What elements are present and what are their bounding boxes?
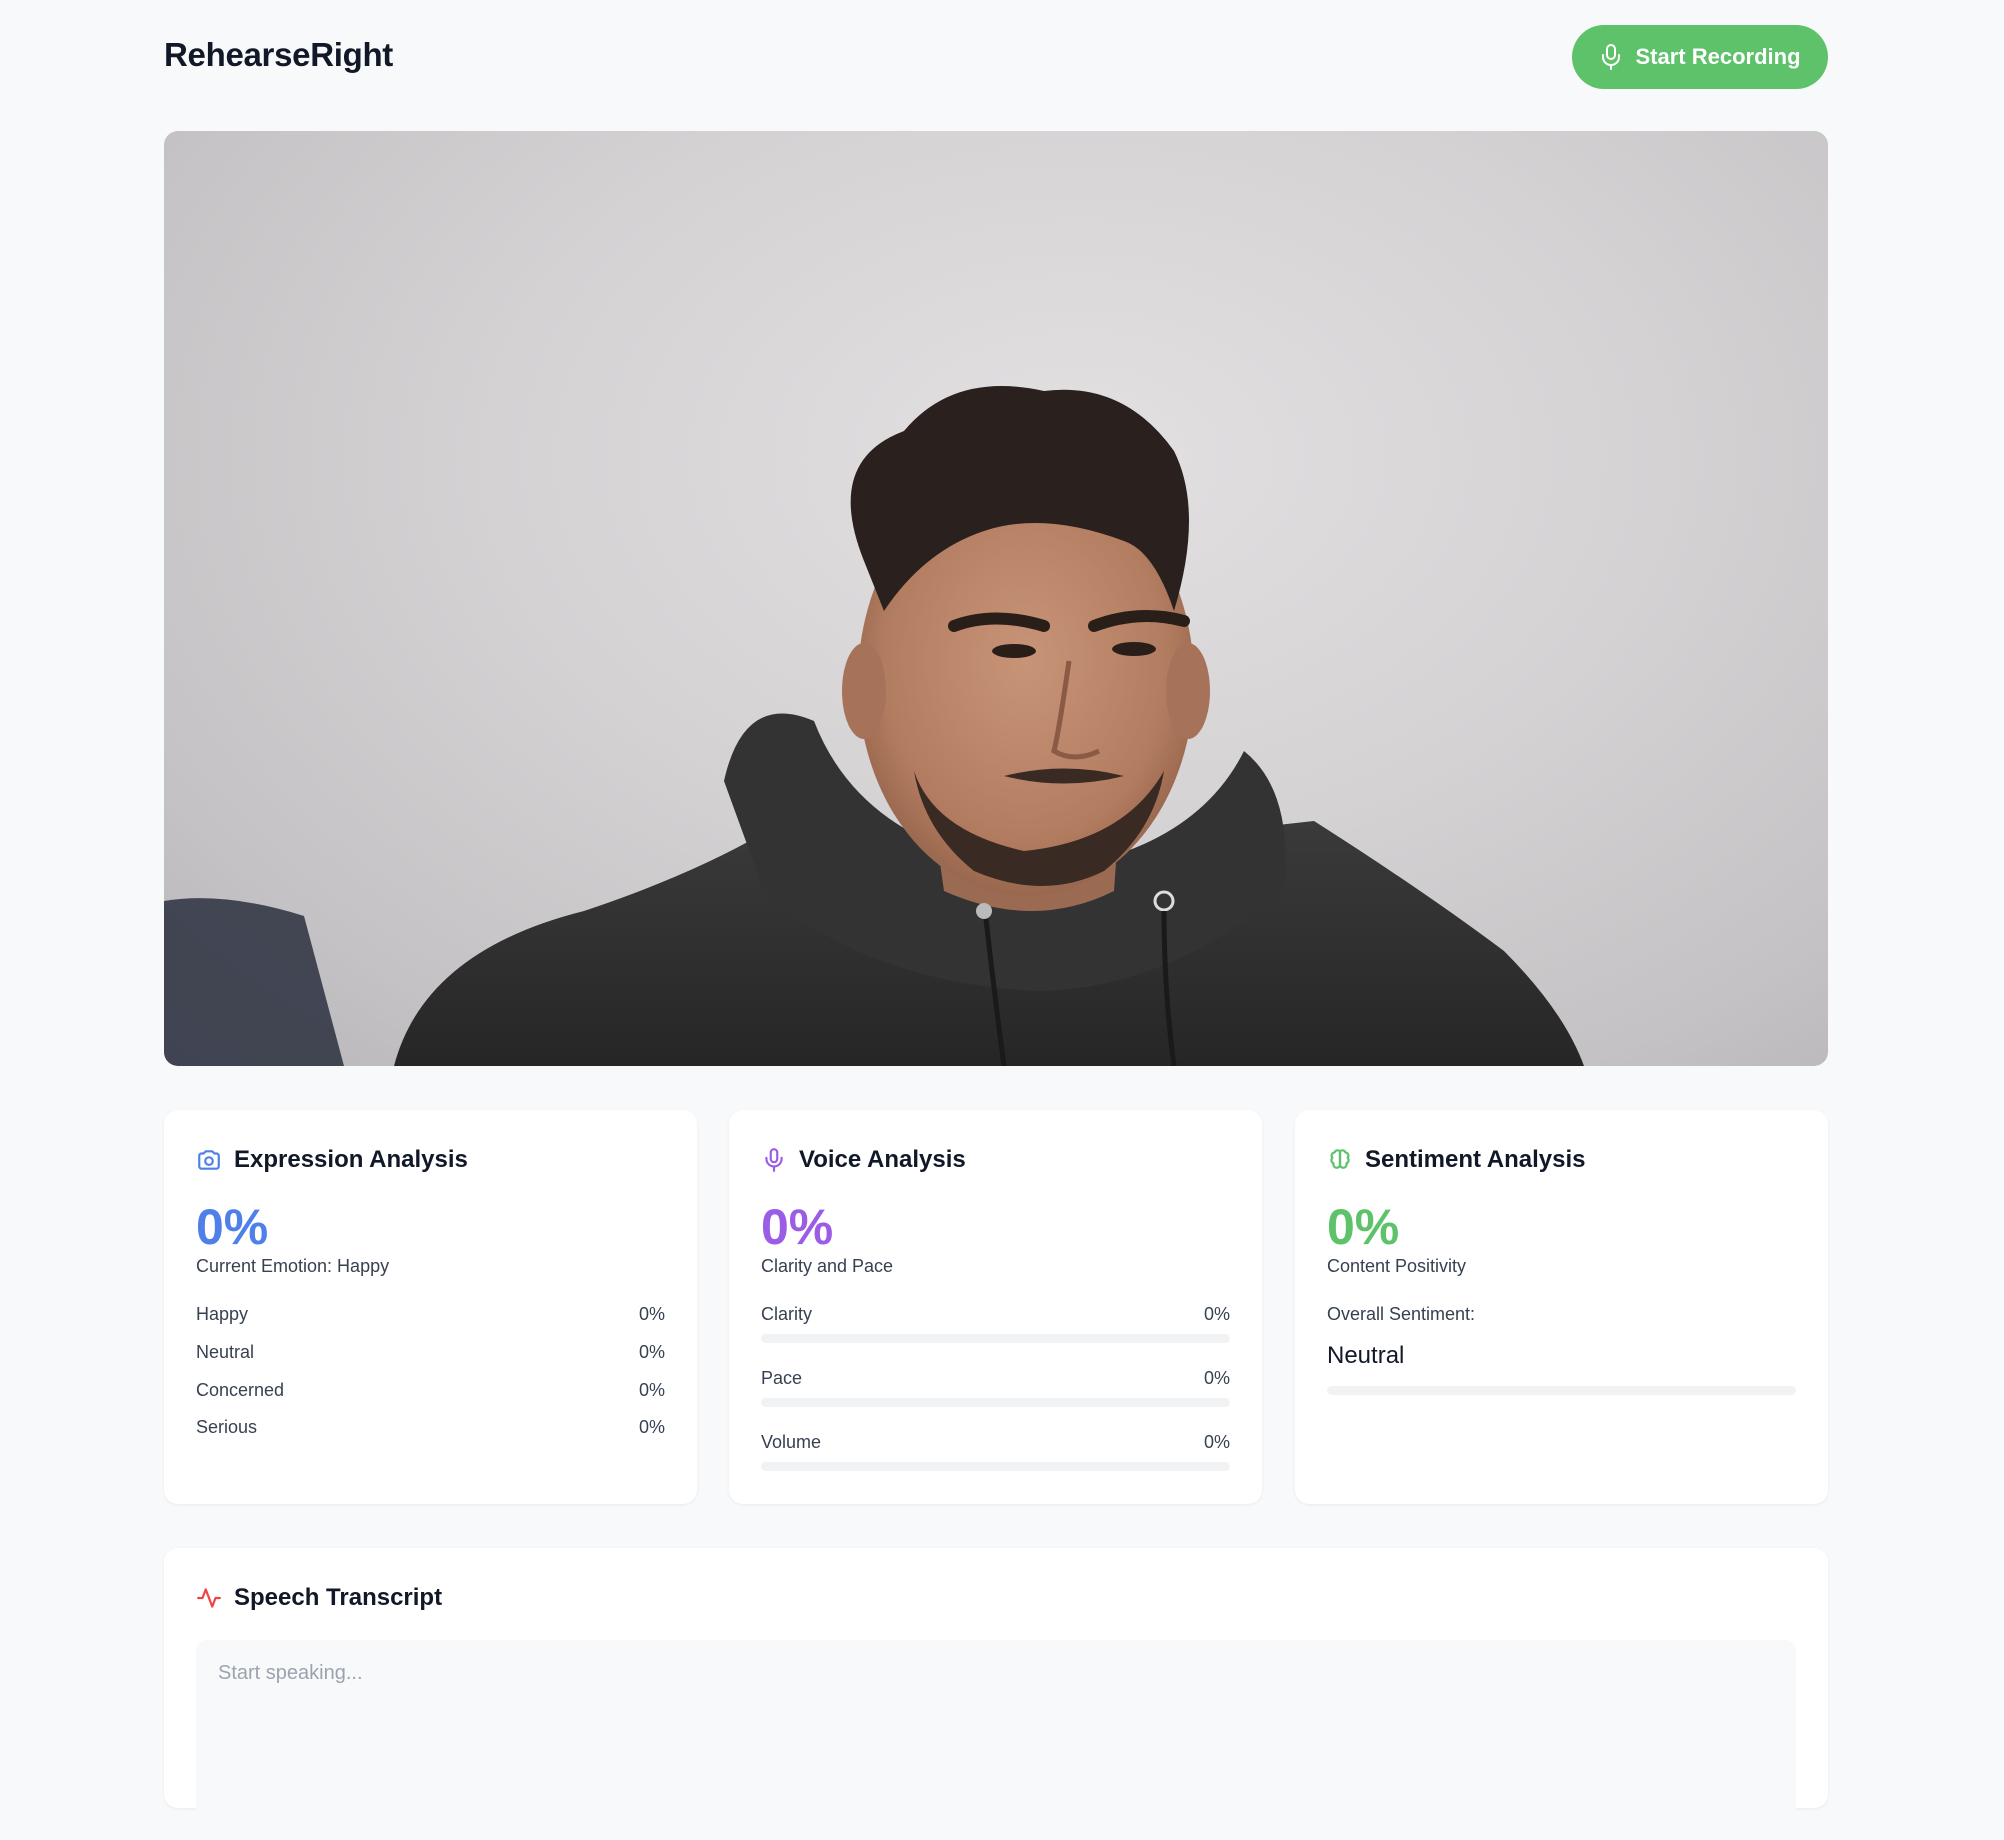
pace-progress-bar — [761, 1398, 1230, 1407]
emotion-label: Neutral — [196, 1342, 255, 1362]
start-recording-button[interactable]: Start Recording — [1572, 25, 1828, 89]
expression-card-title: Expression Analysis — [196, 1146, 468, 1174]
voice-card-title: Voice Analysis — [761, 1146, 966, 1174]
expression-score: 0% — [196, 1199, 269, 1255]
sentiment-progress-bar — [1327, 1386, 1796, 1395]
start-recording-label: Start Recording — [1635, 44, 1801, 69]
sentiment-score: 0% — [1327, 1199, 1400, 1255]
emotion-value: 0% — [638, 1304, 665, 1324]
metric-label: Pace — [761, 1368, 803, 1388]
emotion-label: Serious — [196, 1417, 258, 1437]
metric-value: 0% — [1203, 1432, 1230, 1452]
voice-metric-volume: Volume 0% — [761, 1432, 1230, 1453]
overall-sentiment-value: Neutral — [1327, 1342, 1405, 1369]
webcam-video-feed — [164, 131, 1828, 1066]
voice-analysis-card: Voice Analysis 0% Clarity and Pace Clari… — [729, 1110, 1262, 1504]
camera-icon — [198, 1150, 220, 1170]
transcript-card-title: Speech Transcript — [196, 1584, 442, 1612]
emotion-value: 0% — [638, 1342, 665, 1362]
metric-value: 0% — [1203, 1368, 1230, 1388]
emotion-label: Concerned — [196, 1380, 285, 1400]
sentiment-card-title: Sentiment Analysis — [1327, 1146, 1586, 1174]
metric-label: Clarity — [761, 1304, 813, 1324]
emotion-row-neutral: Neutral 0% — [196, 1342, 665, 1363]
webcam-person-image — [164, 386, 1584, 1066]
microphone-icon — [1602, 44, 1621, 70]
emotion-row-happy: Happy 0% — [196, 1304, 665, 1325]
emotion-label: Happy — [196, 1304, 249, 1324]
overall-sentiment-label: Overall Sentiment: — [1327, 1304, 1476, 1324]
sentiment-caption: Content Positivity — [1327, 1256, 1467, 1276]
emotion-row-serious: Serious 0% — [196, 1417, 665, 1438]
voice-caption: Clarity and Pace — [761, 1256, 894, 1276]
speech-transcript-card: Speech Transcript — [164, 1548, 1828, 1840]
voice-metric-clarity: Clarity 0% — [761, 1304, 1230, 1325]
current-emotion-text: Current Emotion: Happy — [196, 1256, 390, 1276]
volume-progress-bar — [761, 1462, 1230, 1471]
microphone-icon — [765, 1148, 783, 1172]
emotion-row-concerned: Concerned 0% — [196, 1380, 665, 1401]
activity-icon — [197, 1588, 221, 1608]
expression-analysis-card: Expression Analysis 0% Current Emotion: … — [164, 1110, 697, 1504]
expression-title-text: Expression Analysis — [234, 1146, 468, 1173]
emotion-value: 0% — [638, 1417, 665, 1437]
metric-label: Volume — [761, 1432, 822, 1452]
sentiment-analysis-card: Sentiment Analysis 0% Content Positivity… — [1295, 1110, 1828, 1504]
voice-metric-pace: Pace 0% — [761, 1368, 1230, 1389]
transcript-textarea[interactable] — [196, 1640, 1796, 1840]
sentiment-title-text: Sentiment Analysis — [1365, 1146, 1586, 1173]
transcript-title-text: Speech Transcript — [234, 1584, 443, 1611]
voice-title-text: Voice Analysis — [799, 1146, 966, 1173]
emotion-value: 0% — [638, 1380, 665, 1400]
voice-score: 0% — [761, 1199, 834, 1255]
brain-icon — [1330, 1149, 1350, 1169]
analysis-cards: Expression Analysis 0% Current Emotion: … — [164, 1110, 1828, 1504]
app-logo: RehearseRight — [164, 36, 394, 73]
metric-value: 0% — [1203, 1304, 1230, 1324]
clarity-progress-bar — [761, 1334, 1230, 1343]
header: RehearseRight Start Recording — [164, 0, 1828, 130]
